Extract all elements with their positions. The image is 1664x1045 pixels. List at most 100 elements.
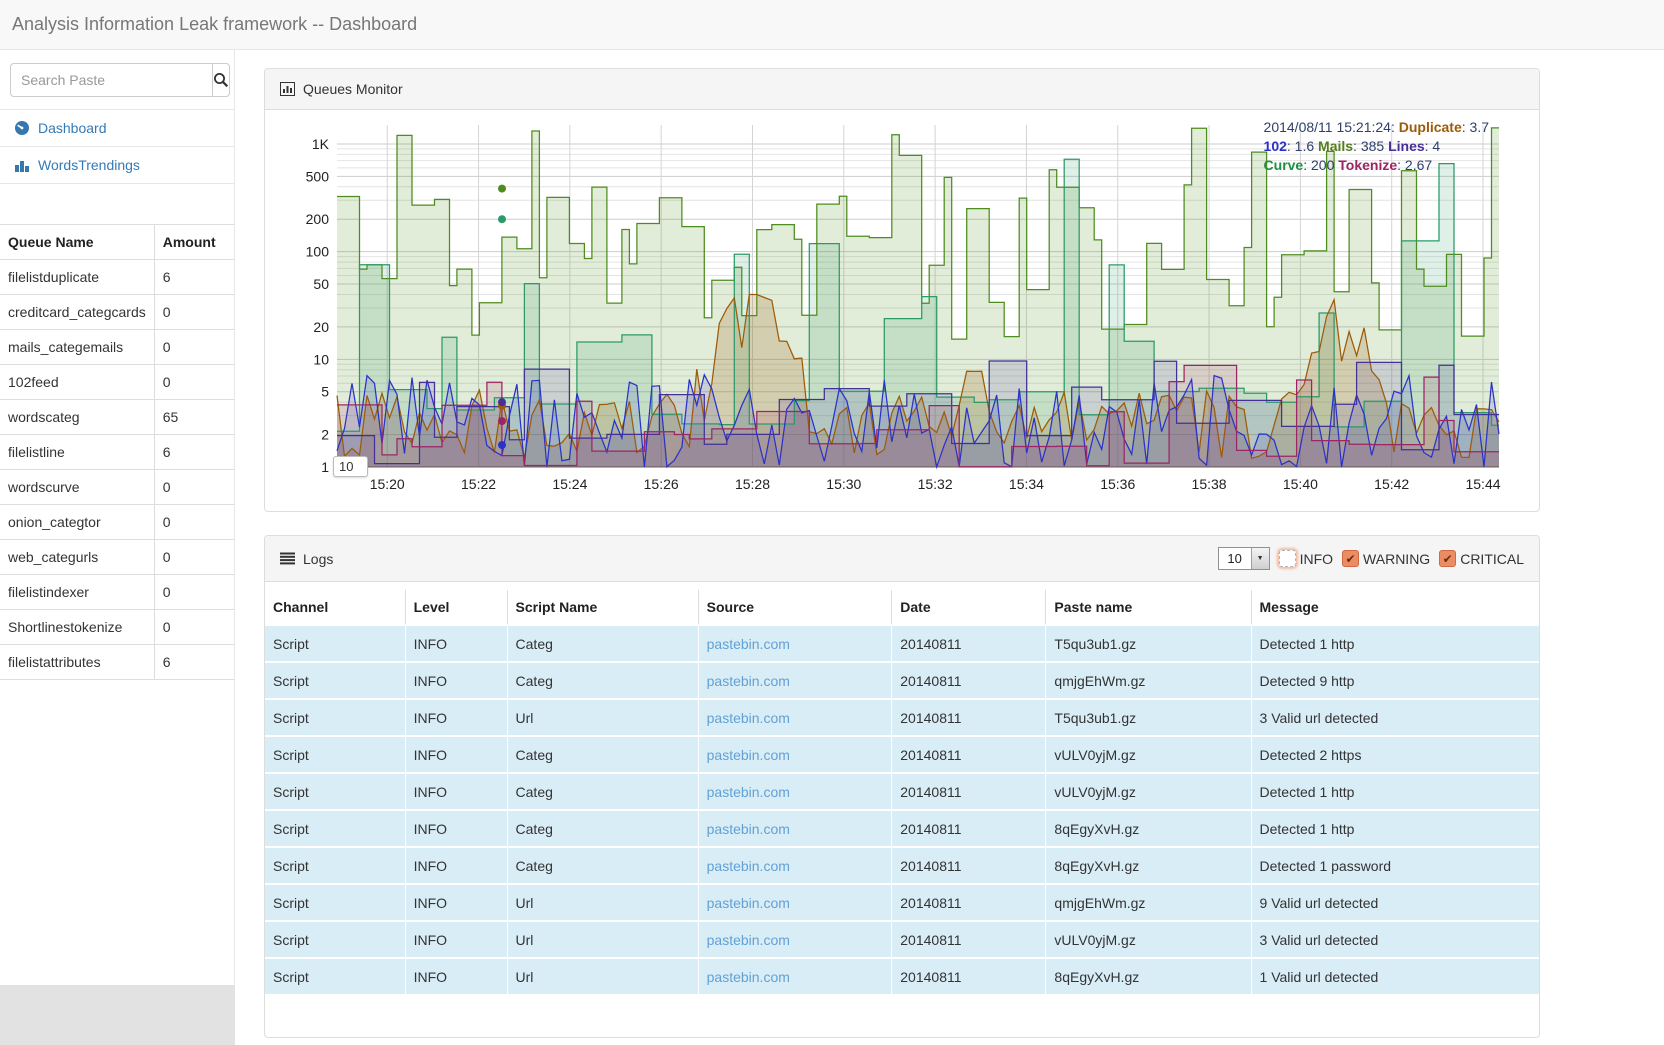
source-link[interactable]: pastebin.com: [707, 784, 790, 800]
log-cell: 3 Valid url detected: [1251, 699, 1539, 736]
sidebar-footer-area: [0, 985, 235, 1045]
log-cell: INFO: [405, 699, 507, 736]
queue-amount: 0: [154, 505, 234, 540]
log-cell-source: pastebin.com: [698, 736, 892, 773]
log-cell: Detected 1 http: [1251, 625, 1539, 662]
log-cell-source: pastebin.com: [698, 699, 892, 736]
source-link[interactable]: pastebin.com: [707, 858, 790, 874]
log-cell: INFO: [405, 773, 507, 810]
log-cell: INFO: [405, 958, 507, 994]
queues-monitor-header: Queues Monitor: [265, 69, 1539, 110]
logs-column-header: Channel: [265, 590, 405, 625]
log-cell: vULV0yjM.gz: [1046, 773, 1251, 810]
svg-text:100: 100: [306, 244, 330, 260]
log-cell: Categ: [507, 662, 698, 699]
queues-chart[interactable]: 15:2015:2215:2415:2615:2815:3015:3215:34…: [265, 110, 1539, 513]
logs-column-header: Date: [892, 590, 1046, 625]
panel-title: Queues Monitor: [303, 81, 403, 97]
svg-text:1: 1: [321, 459, 329, 475]
queue-column-header: Amount: [154, 225, 234, 260]
source-link[interactable]: pastebin.com: [707, 710, 790, 726]
log-cell-source: pastebin.com: [698, 810, 892, 847]
page-title: Analysis Information Leak framework -- D…: [0, 0, 1664, 49]
svg-text:500: 500: [306, 168, 330, 184]
queue-column-header: Queue Name: [0, 225, 154, 260]
filter-label: WARNING: [1363, 551, 1430, 567]
log-cell: 20140811: [892, 847, 1046, 884]
main-content: Queues Monitor 15:2015:2215:2415:2615:28…: [264, 68, 1540, 1038]
log-row: ScriptINFOUrlpastebin.com201408118qEgyXv…: [265, 958, 1539, 994]
page-size-select[interactable]: 10 ▼: [1218, 547, 1270, 570]
source-link[interactable]: pastebin.com: [707, 673, 790, 689]
queue-row: filelistindexer0: [0, 575, 234, 610]
svg-text:1K: 1K: [312, 136, 330, 152]
search-input[interactable]: [10, 63, 212, 97]
queue-table: Queue NameAmount filelistduplicate6credi…: [0, 224, 234, 680]
log-cell: 20140811: [892, 736, 1046, 773]
log-cell: INFO: [405, 662, 507, 699]
source-link[interactable]: pastebin.com: [707, 636, 790, 652]
roll-period-input[interactable]: [333, 456, 368, 477]
dashboard-icon: [14, 120, 30, 136]
log-cell: 9 Valid url detected: [1251, 884, 1539, 921]
log-cell-source: pastebin.com: [698, 921, 892, 958]
search-button[interactable]: [212, 63, 230, 97]
log-cell: 20140811: [892, 699, 1046, 736]
log-cell: INFO: [405, 736, 507, 773]
log-cell: 8qEgyXvH.gz: [1046, 958, 1251, 994]
svg-text:15:34: 15:34: [1009, 476, 1044, 492]
log-cell: Categ: [507, 773, 698, 810]
log-cell: INFO: [405, 847, 507, 884]
log-cell: INFO: [405, 625, 507, 662]
log-cell: Detected 2 https: [1251, 736, 1539, 773]
log-cell: Categ: [507, 847, 698, 884]
log-cell: 20140811: [892, 921, 1046, 958]
source-link[interactable]: pastebin.com: [707, 932, 790, 948]
bar-chart-icon: [14, 157, 30, 173]
log-cell: Script: [265, 847, 405, 884]
sidebar-item-wordstrendings[interactable]: WordsTrendings: [0, 147, 234, 184]
queue-name: filelistduplicate: [0, 260, 154, 295]
log-cell: Script: [265, 662, 405, 699]
log-cell: INFO: [405, 810, 507, 847]
svg-text:200: 200: [306, 211, 330, 227]
queue-amount: 0: [154, 295, 234, 330]
filter-checkbox-critical[interactable]: ✔CRITICAL: [1439, 550, 1524, 567]
queue-row: wordscurve0: [0, 470, 234, 505]
queue-amount: 0: [154, 330, 234, 365]
checkbox-checked-icon: ✔: [1342, 550, 1359, 567]
source-link[interactable]: pastebin.com: [707, 969, 790, 985]
dygraph-canvas[interactable]: 15:2015:2215:2415:2615:2815:3015:3215:34…: [275, 115, 1529, 498]
log-cell: T5qu3ub1.gz: [1046, 699, 1251, 736]
queue-row: onion_categtor0: [0, 505, 234, 540]
queue-name: wordscateg: [0, 400, 154, 435]
log-cell: 20140811: [892, 884, 1046, 921]
source-link[interactable]: pastebin.com: [707, 747, 790, 763]
queue-amount: 6: [154, 435, 234, 470]
queue-amount: 0: [154, 575, 234, 610]
queue-name: mails_categemails: [0, 330, 154, 365]
queue-name: filelistline: [0, 435, 154, 470]
source-link[interactable]: pastebin.com: [707, 895, 790, 911]
logs-column-header: Paste name: [1046, 590, 1251, 625]
queue-name: Shortlinestokenize: [0, 610, 154, 645]
sidebar-item-dashboard[interactable]: Dashboard: [0, 110, 234, 147]
filter-checkbox-info[interactable]: ✔INFO: [1279, 550, 1333, 567]
log-cell: Categ: [507, 810, 698, 847]
source-link[interactable]: pastebin.com: [707, 821, 790, 837]
svg-text:5: 5: [321, 384, 329, 400]
sidebar-item-label: Dashboard: [38, 120, 107, 136]
log-cell: INFO: [405, 921, 507, 958]
log-cell: 8qEgyXvH.gz: [1046, 847, 1251, 884]
filter-checkbox-warning[interactable]: ✔WARNING: [1342, 550, 1430, 567]
log-cell: Url: [507, 699, 698, 736]
log-row: ScriptINFOCategpastebin.com20140811vULV0…: [265, 773, 1539, 810]
queue-name: wordscurve: [0, 470, 154, 505]
log-cell: Detected 1 http: [1251, 810, 1539, 847]
search-icon: [213, 72, 229, 88]
svg-text:15:32: 15:32: [918, 476, 953, 492]
checkbox-checked-icon: ✔: [1439, 550, 1456, 567]
panel-title: Logs: [303, 551, 333, 567]
log-row: ScriptINFOUrlpastebin.com20140811qmjgEhW…: [265, 884, 1539, 921]
svg-text:50: 50: [313, 276, 329, 292]
